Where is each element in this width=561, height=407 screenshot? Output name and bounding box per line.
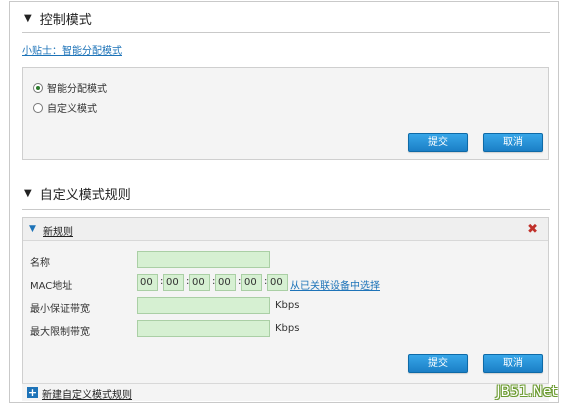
collapse-triangle-icon[interactable]: ▼ [24, 188, 32, 199]
radio-custom-mode[interactable]: 自定义模式 [33, 100, 97, 115]
mac-octet-1[interactable]: 00 [137, 274, 158, 291]
add-custom-rule-link[interactable]: 新建自定义模式规则 [42, 386, 132, 401]
mac-octet-4[interactable]: 00 [215, 274, 236, 291]
delete-rule-icon[interactable]: ✖ [527, 222, 538, 237]
divider [22, 209, 550, 210]
max-bandwidth-input[interactable] [137, 320, 270, 337]
select-from-devices-link[interactable]: 从已关联设备中选择 [290, 277, 380, 292]
radio-label: 自定义模式 [47, 104, 97, 115]
mac-label: MAC地址 [30, 281, 73, 292]
min-bandwidth-label: 最小保证带宽 [30, 304, 90, 315]
control-mode-heading[interactable]: ▼ 控制模式 [24, 9, 92, 28]
tip-link[interactable]: 小贴士：智能分配模式 [22, 42, 122, 57]
submit-button[interactable]: 提交 [408, 133, 468, 152]
min-bandwidth-unit: Kbps [275, 300, 300, 311]
watermark-logo: JB51.Net [496, 384, 557, 400]
new-rule-panel: ▼ 新规则 ✖ 名称 MAC地址 00 : 00 : 00 : 00 : 00 … [22, 217, 549, 400]
max-bandwidth-unit: Kbps [275, 323, 300, 334]
rule-submit-button[interactable]: 提交 [408, 354, 468, 373]
divider [22, 32, 550, 33]
max-bandwidth-label: 最大限制带宽 [30, 327, 90, 338]
rule-cancel-button[interactable]: 取消 [483, 354, 543, 373]
new-rule-title[interactable]: 新规则 [43, 223, 73, 238]
expand-triangle-icon[interactable]: ▼ [29, 224, 36, 234]
collapse-triangle-icon[interactable]: ▼ [24, 13, 32, 24]
radio-unchecked-icon[interactable] [33, 102, 43, 113]
custom-rules-heading[interactable]: ▼ 自定义模式规则 [24, 184, 131, 203]
cancel-button[interactable]: 取消 [483, 133, 543, 152]
control-mode-panel: 智能分配模式 自定义模式 提交 取消 [22, 67, 549, 160]
name-input[interactable] [137, 251, 270, 268]
mac-octet-2[interactable]: 00 [163, 274, 184, 291]
radio-label: 智能分配模式 [47, 84, 107, 95]
new-rule-header[interactable]: ▼ 新规则 ✖ [23, 218, 548, 241]
custom-rules-title: 自定义模式规则 [39, 188, 131, 203]
add-rule-row[interactable]: + 新建自定义模式规则 [22, 383, 549, 401]
min-bandwidth-input[interactable] [137, 297, 270, 314]
control-mode-title: 控制模式 [39, 13, 92, 28]
name-label: 名称 [30, 258, 50, 269]
mac-octet-3[interactable]: 00 [189, 274, 210, 291]
mac-octet-5[interactable]: 00 [241, 274, 262, 291]
plus-icon[interactable]: + [27, 387, 38, 398]
mac-octet-6[interactable]: 00 [267, 274, 288, 291]
radio-smart-mode[interactable]: 智能分配模式 [33, 80, 107, 95]
radio-checked-icon[interactable] [33, 82, 43, 93]
